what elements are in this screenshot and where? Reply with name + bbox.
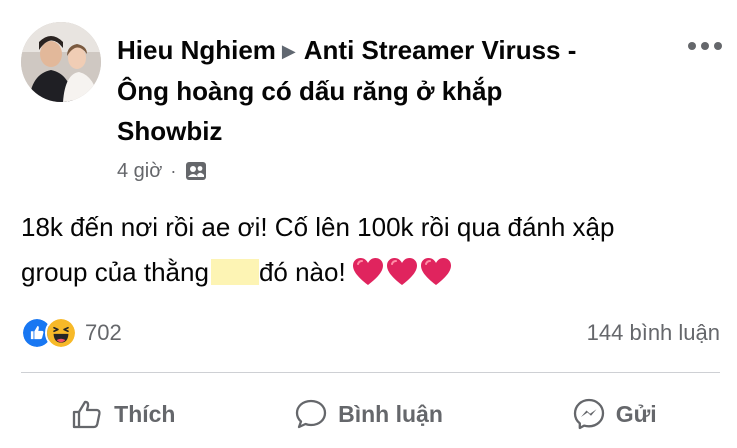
comments-count-link[interactable]: 144 bình luận — [587, 318, 720, 348]
red-heart-icon — [420, 258, 451, 285]
post-message: 18k đến nơi rồi ae ơi! Cố lên 100k rồi q… — [21, 205, 721, 295]
censored-name-highlight — [210, 259, 259, 285]
more-options-button[interactable] — [688, 38, 728, 54]
action-divider — [21, 372, 720, 373]
author-name[interactable]: Hieu Nghiem — [117, 35, 276, 65]
reaction-count: 702 — [85, 320, 122, 345]
comment-button[interactable]: Bình luận — [246, 385, 492, 443]
post-header: Hieu Nghiem ▶ Anti Streamer Viruss - Ông h… — [117, 30, 677, 151]
red-heart-icon — [352, 258, 383, 285]
group-members-icon[interactable] — [185, 161, 207, 181]
messenger-icon — [573, 398, 604, 430]
haha-reaction-icon — [45, 317, 77, 349]
comment-button-label: Bình luận — [338, 400, 443, 427]
post-text-part-3: đó nào! — [258, 257, 346, 287]
like-button-label: Thích — [114, 400, 176, 427]
post-timestamp[interactable]: 4 giờ — [117, 160, 162, 183]
reactions-summary[interactable]: 702 — [21, 316, 122, 350]
title-line-1: Hieu Nghiem ▶ Anti Streamer Viruss - — [117, 30, 677, 71]
group-name-part-3[interactable]: Showbiz — [117, 111, 677, 151]
author-avatar[interactable] — [21, 22, 101, 102]
comment-bubble-icon — [295, 399, 327, 429]
action-bar: Thích Bình luận Gửi — [0, 385, 737, 443]
thumbs-up-outline-icon — [73, 400, 101, 429]
more-dot-icon — [701, 42, 709, 50]
group-name-part-1[interactable]: Anti Streamer Viruss - — [304, 35, 577, 65]
send-button-label: Gửi — [615, 400, 657, 427]
meta-separator: · — [170, 160, 177, 181]
group-name-part-2[interactable]: Ông hoàng có dấu răng ở khắp — [117, 71, 677, 111]
post-card: Hieu Nghiem ▶ Anti Streamer Viruss - Ông h… — [0, 0, 737, 448]
hearts-emoji-group — [352, 257, 452, 287]
like-button[interactable]: Thích — [0, 385, 246, 443]
avatar-photo — [21, 22, 101, 102]
caret-right-icon: ▶ — [281, 41, 296, 61]
post-text-part-2: group của thằng — [21, 257, 209, 287]
post-text-line-2: group của thằng đó nào! — [21, 250, 721, 295]
red-heart-icon — [386, 258, 417, 285]
send-button[interactable]: Gửi — [491, 385, 737, 443]
post-text-line-1: 18k đến nơi rồi ae ơi! Cố lên 100k rồi q… — [21, 212, 615, 242]
post-meta: 4 giờ · — [117, 157, 207, 185]
more-dot-icon — [688, 42, 696, 50]
more-dot-icon — [714, 42, 722, 50]
